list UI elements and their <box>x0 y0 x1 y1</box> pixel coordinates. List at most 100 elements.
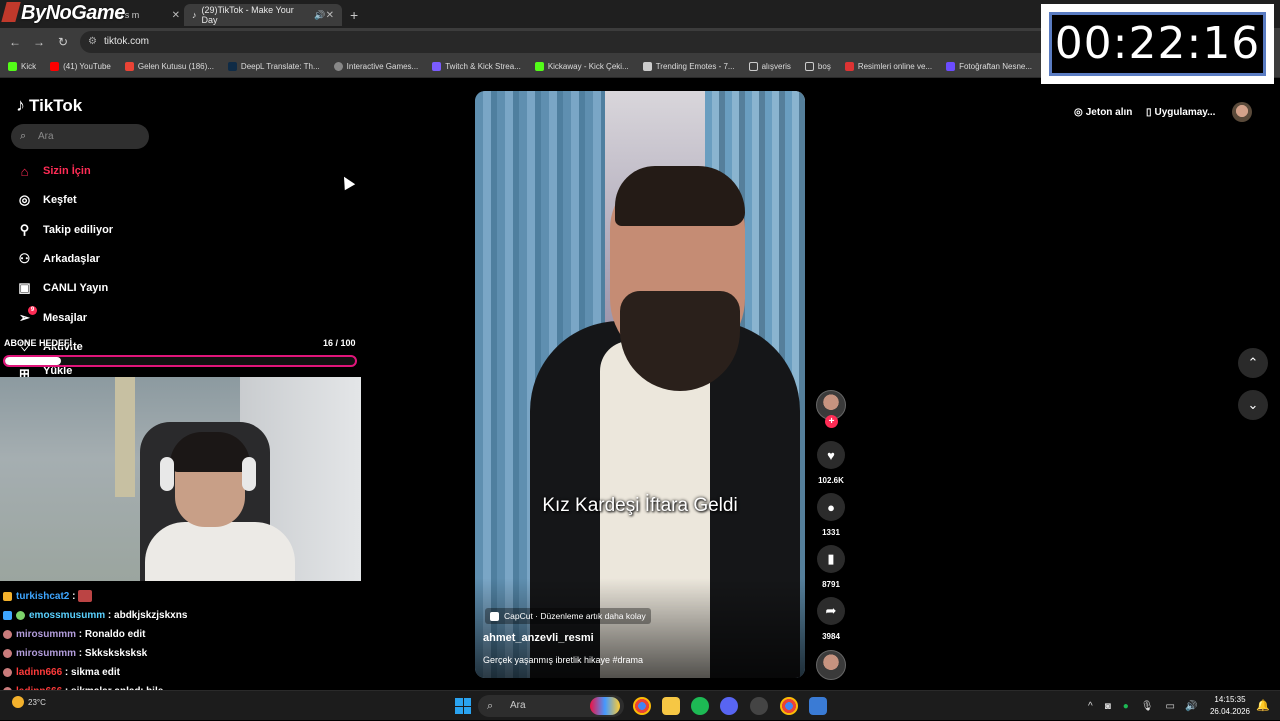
coin-icon: ◎ <box>1074 106 1083 118</box>
like-count: 102.6K <box>818 476 844 485</box>
bookmark-folder[interactable]: boş <box>804 62 831 71</box>
webcam-feed <box>0 377 361 581</box>
get-app-button[interactable]: ▯ Uygulamay... <box>1146 102 1215 122</box>
chevron-down-icon: ⌄ <box>1247 397 1259 412</box>
messages-icon: ➢ 9 <box>16 305 37 327</box>
volume-icon[interactable]: 🔊 <box>1185 701 1197 712</box>
taskbar-clock[interactable]: 14:15:35 26.04.2026 <box>1208 694 1252 718</box>
sidebar-item-for-you[interactable]: ⌂ Sizin İçin <box>16 160 91 182</box>
following-icon: ⚲ <box>19 222 30 237</box>
search-icon: ⌕ <box>487 700 494 712</box>
next-video-button[interactable]: ⌄ <box>1238 390 1268 420</box>
bookmark-icon: ▮ <box>827 551 835 566</box>
close-tab-icon[interactable]: ✕ <box>172 10 180 21</box>
heart-icon: ♥ <box>827 447 835 463</box>
chat-message: mirosummm : Skksksksksk <box>3 645 147 661</box>
follow-plus-icon[interactable]: + <box>825 415 838 428</box>
kick-icon <box>8 62 17 71</box>
widgets-icon[interactable] <box>590 697 620 715</box>
capcut-link[interactable]: CapCut · Düzenleme artık daha kolay <box>485 608 651 624</box>
gmail-icon <box>124 62 134 71</box>
site-info-icon[interactable]: ⚙ <box>88 31 97 53</box>
network-icon[interactable]: ▭ <box>1166 701 1175 712</box>
bookmark-folder[interactable]: alışveris <box>748 62 791 71</box>
chat-message: emossmusumm : abdkjskzjskxns <box>3 607 187 623</box>
bookmark[interactable]: Resimleri online ve... <box>844 62 932 71</box>
save-count: 8791 <box>822 580 840 589</box>
bookmark[interactable]: Gelen Kutusu (186)... <box>124 62 214 71</box>
video-player[interactable]: Kız Kardeşi İftara Geldi CapCut · Düzenl… <box>475 91 805 678</box>
badge-icon <box>3 648 12 658</box>
new-tab-button[interactable]: + <box>342 4 366 26</box>
speaker-icon[interactable]: 🔊 <box>314 10 325 21</box>
chevron-up-icon[interactable]: ^ <box>1088 701 1093 712</box>
discord-icon[interactable] <box>720 697 738 715</box>
clock-time: 14:15:35 <box>1214 695 1246 704</box>
twitch-kick-icon <box>432 62 442 71</box>
emote-icon <box>78 590 93 602</box>
badge-icon <box>3 591 12 601</box>
file-explorer-icon[interactable] <box>662 697 680 715</box>
youtube-icon <box>50 62 60 71</box>
video-author[interactable]: ahmet_anzevli_resmi <box>483 632 594 644</box>
profile-avatar[interactable] <box>1232 102 1252 122</box>
address-text: tiktok.com <box>104 36 150 47</box>
sidebar-item-friends[interactable]: ⚇ Arkadaşlar <box>16 248 100 270</box>
bookmark[interactable]: Fotoğraftan Nesne... <box>946 62 1032 71</box>
badge-icon <box>3 610 12 620</box>
comment-icon: ● <box>827 499 835 515</box>
sun-icon <box>12 696 24 708</box>
phone-icon: ▯ <box>1146 106 1152 118</box>
sidebar-item-messages[interactable]: ➢ 9 Mesajlar <box>16 305 87 329</box>
spotify-tray-icon[interactable]: ● <box>1123 701 1129 712</box>
comment-button[interactable]: ● <box>817 493 845 521</box>
chrome-icon[interactable] <box>633 697 651 715</box>
obs-icon[interactable] <box>750 697 768 715</box>
address-bar[interactable]: ⚙ tiktok.com <box>80 31 1060 53</box>
capcut-icon <box>490 611 499 621</box>
video-caption: Kız Kardeşi İftara Geldi <box>542 495 738 516</box>
search-icon: ⌕ <box>20 130 27 142</box>
get-coins-button[interactable]: ◎ Jeton alın <box>1074 102 1132 122</box>
bookmark[interactable]: Kick <box>8 62 36 71</box>
tiktok-search-input[interactable]: ⌕ Ara <box>11 124 149 149</box>
windows-taskbar: 23°C ⌕ Ara ^ ◙ ● 🎙 ▭ 🔊 14:15:35 26.04.20… <box>0 690 1280 720</box>
stream-brand-logo: ByNoGame <box>1 2 125 25</box>
share-button[interactable]: ➦ <box>817 597 845 625</box>
bookmark[interactable]: DeepL Translate: Th... <box>227 62 320 71</box>
badge-icon <box>3 667 12 677</box>
chrome-active-icon[interactable] <box>780 697 798 715</box>
search-placeholder: Ara <box>38 131 54 142</box>
bookmark[interactable]: Twitch & Kick Strea... <box>432 62 521 71</box>
clock-date: 26.04.2026 <box>1209 707 1251 716</box>
notification-bell-icon[interactable]: 🔔 <box>1256 699 1270 712</box>
sidebar-item-following[interactable]: ⚲ Takip ediliyor <box>16 219 113 241</box>
folder-icon <box>748 62 758 71</box>
weather-widget[interactable]: 23°C <box>12 696 46 708</box>
sidebar-item-explore[interactable]: ◎ Keşfet <box>16 189 77 211</box>
sidebar-item-live[interactable]: ▣ CANLI Yayın <box>16 277 108 299</box>
spotify-icon[interactable] <box>691 697 709 715</box>
deepl-icon <box>227 62 237 71</box>
microphone-icon[interactable]: 🎙 <box>1141 701 1154 712</box>
browser-tab-active[interactable]: ♪ (29)TikTok - Make Your Day 🔊 ✕ <box>184 4 342 26</box>
tiktok-logo[interactable]: ♪ TikTok <box>16 95 82 116</box>
share-count: 3984 <box>822 632 840 641</box>
app-icon[interactable] <box>809 697 827 715</box>
back-icon[interactable]: ← <box>7 34 23 50</box>
chat-message: ladinn666 : sikma edit <box>3 664 120 680</box>
bookmark[interactable]: Interactive Games... <box>333 62 418 71</box>
discord-tray-icon[interactable]: ◙ <box>1105 701 1111 712</box>
like-button[interactable]: ♥ <box>817 441 845 469</box>
bookmark[interactable]: Kickaway - Kick Çeki... <box>534 62 629 71</box>
save-button[interactable]: ▮ <box>817 545 845 573</box>
music-disc-avatar[interactable] <box>816 650 846 680</box>
reload-icon[interactable]: ↻ <box>55 34 71 50</box>
previous-video-button[interactable]: ⌃ <box>1238 348 1268 378</box>
close-tab-icon[interactable]: ✕ <box>326 10 334 21</box>
bookmark[interactable]: (41) YouTube <box>50 62 111 71</box>
badge-icon <box>3 629 12 639</box>
forward-icon[interactable]: → <box>31 34 47 50</box>
windows-start-icon[interactable] <box>455 698 471 714</box>
bookmark[interactable]: Trending Emotes - 7... <box>642 62 735 71</box>
